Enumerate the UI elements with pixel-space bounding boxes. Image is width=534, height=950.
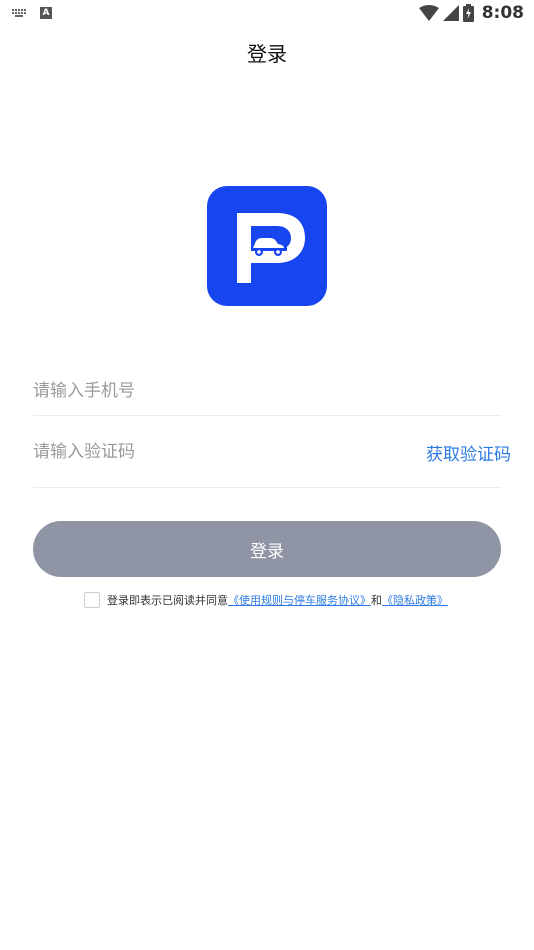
wifi-icon [418,5,439,21]
verification-code-input[interactable] [33,440,393,464]
user-agreement-link[interactable]: 《使用规则与停车服务协议》 [228,592,371,608]
status-bar-right: 8:08 [418,3,524,23]
privacy-policy-link[interactable]: 《隐私政策》 [382,592,448,608]
agreement-conjunction: 和 [371,594,382,607]
agreement-row: 登录即表示已阅读并同意 《使用规则与停车服务协议》 和 《隐私政策》 [84,592,448,608]
status-bar: A 8:08 [0,0,534,28]
status-time: 8:08 [481,3,524,23]
verification-code-field: 获取验证码 [33,425,511,488]
login-button[interactable]: 登录 [33,521,501,577]
battery-icon [462,4,474,22]
keyboard-icon [12,8,28,18]
parking-car-logo-icon [237,213,305,283]
agreement-checkbox[interactable] [84,592,100,608]
phone-input[interactable] [33,379,393,403]
signal-icon [442,5,459,21]
status-bar-left: A [12,7,52,19]
phone-field [33,365,501,416]
page-title: 登录 [247,42,287,66]
get-code-button[interactable]: 获取验证码 [426,440,511,465]
agreement-prefix: 登录即表示已阅读并同意 [107,594,228,607]
a-notification-icon: A [40,7,52,19]
app-logo [207,186,327,306]
